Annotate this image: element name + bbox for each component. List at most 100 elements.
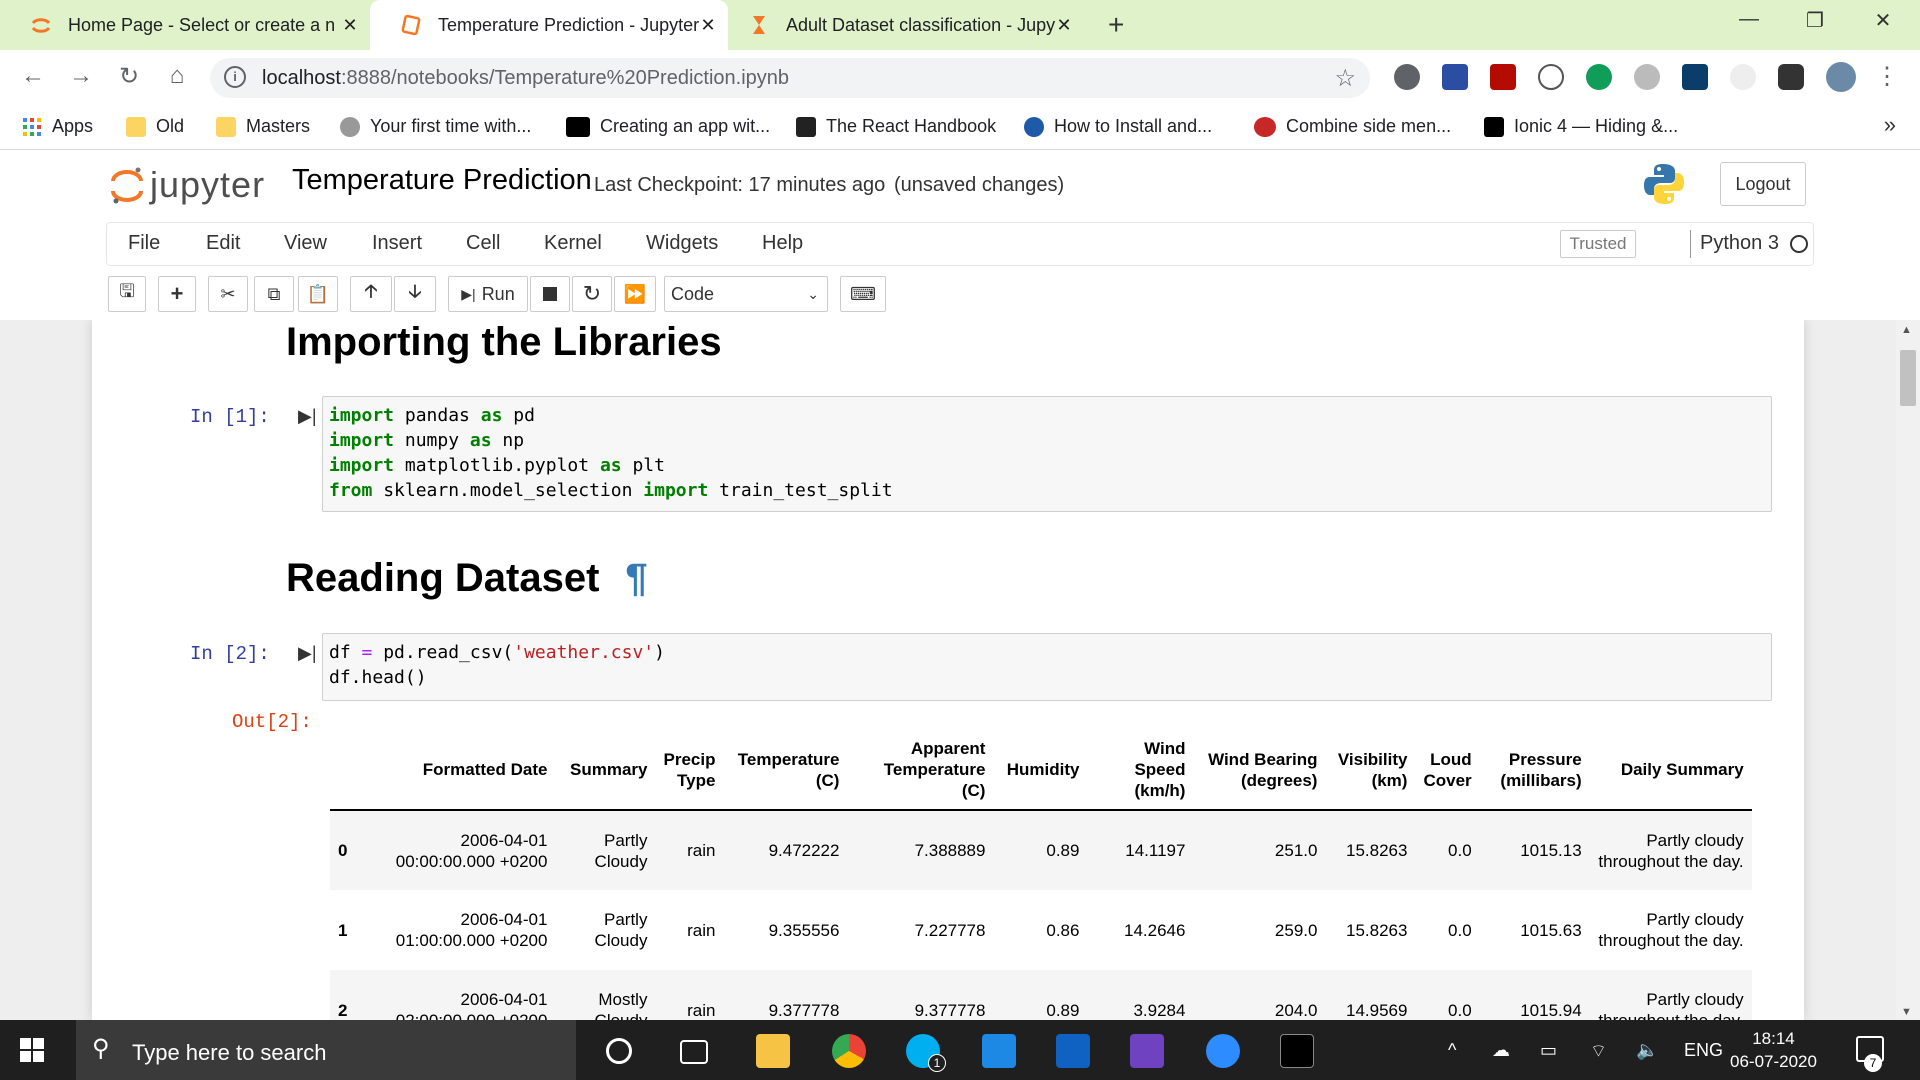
menu-dots-icon[interactable]: ⋮ [1872, 62, 1902, 91]
command-palette-button[interactable]: ⌨ [840, 276, 886, 312]
new-tab-button[interactable]: + [1108, 10, 1124, 40]
reload-icon[interactable]: ↻ [114, 62, 144, 91]
bookmark-old[interactable]: Old [126, 116, 184, 137]
bookmark-first-time[interactable]: Your first time with... [340, 116, 531, 137]
table-cell: 0.89 [1046, 1000, 1080, 1020]
onedrive-icon[interactable]: ☁ [1492, 1040, 1510, 1061]
copy-button[interactable]: ⧉ [254, 276, 294, 312]
menu-kernel[interactable]: Kernel [544, 232, 602, 255]
logout-button[interactable]: Logout [1720, 162, 1806, 206]
bookmark-label: Ionic 4 — Hiding &... [1514, 116, 1679, 136]
windows-start-icon[interactable] [20, 1038, 44, 1062]
extension-z-icon[interactable] [1442, 64, 1468, 90]
bookmark-combine-side[interactable]: Combine side men... [1254, 116, 1451, 137]
window-close-icon[interactable]: ✕ [1868, 8, 1898, 33]
forward-arrow-icon[interactable]: → [66, 62, 96, 90]
menu-edit[interactable]: Edit [206, 232, 240, 255]
menu-view[interactable]: View [284, 232, 327, 255]
table-cell: Partly cloudy throughout the day. [1598, 910, 1744, 950]
menu-widgets[interactable]: Widgets [646, 232, 718, 255]
extension-ring-icon[interactable] [1730, 64, 1756, 90]
interrupt-button[interactable] [530, 276, 570, 312]
scrollbar-thumb[interactable] [1900, 350, 1916, 406]
restore-icon[interactable]: ❐ [1800, 8, 1830, 33]
copy-icon: ⧉ [267, 283, 281, 304]
extension-circle-icon[interactable] [1394, 64, 1420, 90]
row-index: 0 [338, 841, 348, 860]
extension-code-icon[interactable] [1538, 64, 1564, 90]
scroll-down-icon[interactable]: ▼ [1901, 1006, 1912, 1018]
clock-time: 18:14 [1752, 1029, 1795, 1048]
move-down-button[interactable]: 🡣 [394, 276, 436, 312]
medium-icon [1484, 116, 1504, 137]
move-up-button[interactable]: 🡡 [350, 276, 392, 312]
extension-chat-icon[interactable] [1586, 64, 1612, 90]
close-icon[interactable]: ✕ [1052, 13, 1076, 37]
menu-help[interactable]: Help [762, 232, 803, 255]
tab-title: Home Page - Select or create a n [68, 14, 336, 35]
info-icon[interactable]: i [224, 66, 246, 88]
file-explorer-icon[interactable] [756, 1034, 790, 1068]
scroll-up-icon[interactable]: ▲ [1901, 324, 1912, 336]
back-arrow-icon[interactable]: ← [18, 62, 48, 90]
run-button[interactable]: ▶| Run [448, 276, 528, 312]
bookmark-masters[interactable]: Masters [216, 116, 310, 137]
tray-chevron-up-icon[interactable]: ^ [1448, 1040, 1456, 1061]
home-icon[interactable]: ⌂ [162, 62, 192, 90]
extension-pdf-icon[interactable] [1490, 64, 1516, 90]
table-cell: 251.0 [1274, 841, 1318, 860]
bookmark-apps[interactable]: Apps [22, 116, 93, 137]
trusted-badge[interactable]: Trusted [1560, 230, 1636, 258]
table-cell: 14.2646 [1124, 920, 1186, 940]
cell-type-select[interactable]: Code ⌄ [664, 276, 828, 312]
kernel-name[interactable]: Python 3 [1700, 232, 1779, 255]
visual-studio-icon[interactable] [1130, 1034, 1164, 1068]
taskbar-search-input[interactable]: Type here to search [132, 1040, 326, 1066]
bookmark-creating-app[interactable]: Creating an app wit... [566, 116, 770, 137]
menu-file[interactable]: File [128, 232, 160, 255]
profile-avatar[interactable] [1826, 62, 1856, 92]
paste-button[interactable]: 📋 [298, 276, 338, 312]
bookmark-react-handbook[interactable]: The React Handbook [796, 116, 996, 137]
vscode-icon[interactable] [982, 1034, 1016, 1068]
restart-run-all-button[interactable]: ⏩ [614, 276, 656, 312]
tab-home[interactable]: Home Page - Select or create a n ✕ [0, 0, 370, 50]
restart-button[interactable]: ↻ [572, 276, 612, 312]
jupyter-logo[interactable]: jupyter [110, 164, 265, 206]
extensions-puzzle-icon[interactable] [1778, 64, 1804, 90]
extension-gear-icon[interactable] [1634, 64, 1660, 90]
task-view-icon[interactable] [680, 1040, 708, 1064]
menu-cell[interactable]: Cell [466, 232, 500, 255]
tab-adult-dataset[interactable]: Adult Dataset classification - Jupy ✕ [728, 0, 1084, 50]
bookmark-how-to-install[interactable]: How to Install and... [1024, 116, 1212, 137]
table-cell: 9.377778 [768, 1000, 840, 1020]
cortana-icon[interactable] [606, 1038, 632, 1064]
menu-insert[interactable]: Insert [372, 232, 422, 255]
address-bar[interactable]: i localhost:8888/notebooks/Temperature%2… [210, 58, 1370, 98]
extension-react-icon[interactable] [1682, 64, 1708, 90]
column-header: Loud Cover [1415, 730, 1480, 811]
plus-icon: + [170, 281, 184, 306]
close-icon[interactable]: ✕ [696, 13, 720, 37]
outlook-icon[interactable] [1056, 1034, 1090, 1068]
terminal-icon[interactable] [1280, 1034, 1314, 1068]
bookmark-ionic[interactable]: Ionic 4 — Hiding &... [1484, 116, 1678, 137]
cut-button[interactable]: ✂ [208, 276, 248, 312]
battery-icon[interactable]: ▭ [1540, 1040, 1557, 1061]
bookmark-star-icon[interactable]: ☆ [1334, 64, 1356, 93]
wifi-icon[interactable]: ⌔ [1590, 1040, 1607, 1063]
tab-temperature-prediction[interactable]: Temperature Prediction - Jupyter ✕ [370, 0, 728, 50]
notebook-title[interactable]: Temperature Prediction [292, 164, 592, 197]
minimize-icon[interactable]: — [1734, 8, 1764, 31]
close-icon[interactable]: ✕ [338, 13, 362, 37]
bookmark-label: The React Handbook [826, 116, 997, 136]
chrome-icon[interactable] [832, 1034, 866, 1068]
more-bookmarks-icon[interactable]: » [1884, 112, 1896, 138]
volume-icon[interactable]: 🔈 [1636, 1040, 1658, 1061]
taskbar-clock[interactable]: 18:14 06-07-2020 [1730, 1027, 1817, 1073]
insert-cell-button[interactable]: + [158, 276, 196, 312]
vertical-scrollbar[interactable]: ▲ ▼ [1896, 320, 1920, 1020]
language-indicator[interactable]: ENG [1684, 1040, 1723, 1061]
zoom-icon[interactable] [1206, 1034, 1240, 1068]
save-button[interactable]: 🖫 [108, 276, 146, 312]
